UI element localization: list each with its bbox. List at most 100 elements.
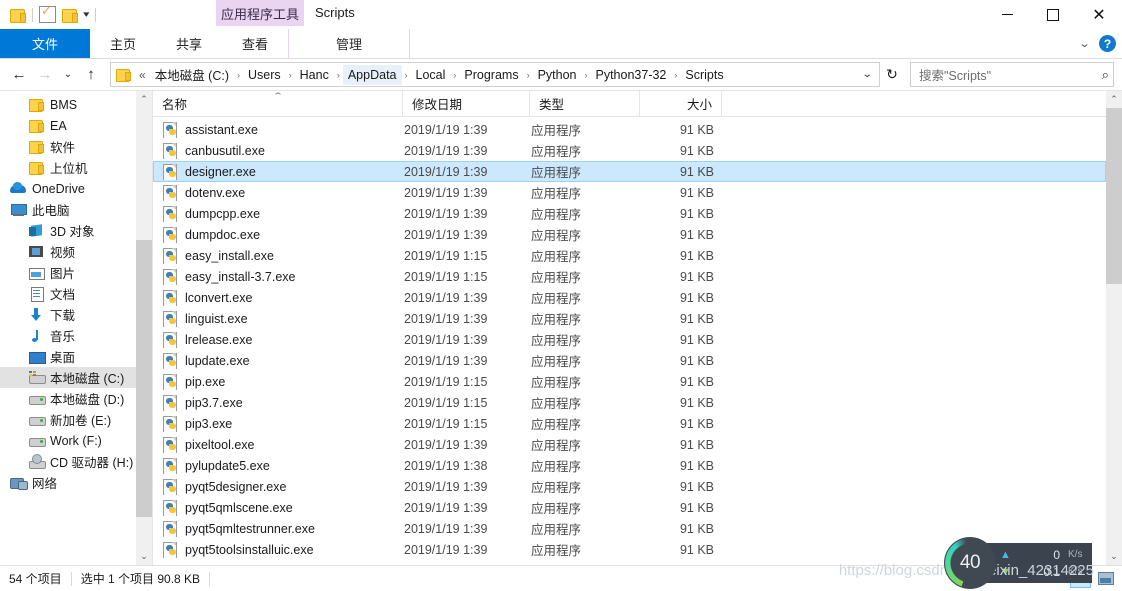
tab-home[interactable]: 主页 xyxy=(90,29,156,58)
table-row[interactable]: lupdate.exe 2019/1/19 1:39 应用程序 91 KB xyxy=(153,350,1106,371)
table-row[interactable]: canbusutil.exe 2019/1/19 1:39 应用程序 91 KB xyxy=(153,140,1106,161)
sidebar-item-2[interactable]: 软件 xyxy=(0,136,136,157)
breadcrumb-item-1[interactable]: Users xyxy=(243,65,286,85)
scroll-down-icon[interactable]: ⌄ xyxy=(1106,548,1122,565)
file-scroll-thumb[interactable] xyxy=(1106,108,1122,284)
chevron-down-icon[interactable]: ⌄ xyxy=(1078,37,1090,50)
breadcrumb-separator[interactable]: › xyxy=(582,70,591,80)
table-row[interactable]: easy_install.exe 2019/1/19 1:15 应用程序 91 KB xyxy=(153,245,1106,266)
table-row[interactable]: pyqt5toolsinstalluic.exe 2019/1/19 1:39 应用… xyxy=(153,539,1106,560)
sidebar-item-1[interactable]: EA xyxy=(0,115,136,136)
table-row[interactable]: lrelease.exe 2019/1/19 1:39 应用程序 91 KB xyxy=(153,329,1106,350)
breadcrumb-item-8[interactable]: Scripts xyxy=(680,65,728,85)
scroll-down-icon[interactable]: ⌄ xyxy=(136,548,152,565)
table-row[interactable]: pip.exe 2019/1/19 1:15 应用程序 91 KB xyxy=(153,371,1106,392)
folder-icon[interactable] xyxy=(10,8,26,23)
sidebar-item-15[interactable]: 新加卷 (E:) xyxy=(0,409,136,430)
large-icons-view-button[interactable] xyxy=(1095,568,1116,588)
up-button[interactable]: ↑ xyxy=(78,62,104,88)
column-header-size[interactable]: 大小 xyxy=(640,91,722,116)
table-row[interactable]: pyqt5designer.exe 2019/1/19 1:39 应用程序 91 KB xyxy=(153,476,1106,497)
cd-icon xyxy=(28,453,46,470)
properties-icon[interactable] xyxy=(39,3,56,23)
sidebar-item-6[interactable]: 3D 对象 xyxy=(0,220,136,241)
breadcrumb-folder-icon xyxy=(116,68,132,82)
sidebar-item-14[interactable]: 本地磁盘 (D:) xyxy=(0,388,136,409)
table-row[interactable]: pyqt5qmltestrunner.exe 2019/1/19 1:39 应用程序… xyxy=(153,518,1106,539)
column-header-type[interactable]: 类型 xyxy=(530,91,640,116)
help-icon[interactable]: ? xyxy=(1099,35,1116,52)
table-row[interactable]: dumpdoc.exe 2019/1/19 1:39 应用程序 91 KB xyxy=(153,224,1106,245)
table-row[interactable]: dumpcpp.exe 2019/1/19 1:39 应用程序 91 KB xyxy=(153,203,1106,224)
table-row[interactable]: lconvert.exe 2019/1/19 1:39 应用程序 91 KB xyxy=(153,287,1106,308)
breadcrumb-overflow-icon[interactable]: « xyxy=(135,68,150,82)
sidebar-item-5[interactable]: 此电脑 xyxy=(0,199,136,220)
breadcrumb-separator[interactable]: › xyxy=(671,70,680,80)
column-header-name[interactable]: 名称 ⌃ xyxy=(153,91,403,116)
breadcrumb-item-3[interactable]: AppData xyxy=(342,64,402,85)
breadcrumb-item-5[interactable]: Programs xyxy=(459,65,523,85)
table-row[interactable]: pip3.7.exe 2019/1/19 1:15 应用程序 91 KB xyxy=(153,392,1106,413)
sidebar-item-4[interactable]: OneDrive xyxy=(0,178,136,199)
table-row[interactable]: dotenv.exe 2019/1/19 1:39 应用程序 91 KB xyxy=(153,182,1106,203)
folder-icon xyxy=(28,160,45,176)
tab-manage[interactable]: 管理 xyxy=(288,29,410,58)
sidebar-item-8[interactable]: 图片 xyxy=(0,262,136,283)
breadcrumb-item-2[interactable]: Hanc xyxy=(295,65,334,85)
column-header-date[interactable]: 修改日期 xyxy=(403,91,530,116)
sidebar-item-3[interactable]: 上位机 xyxy=(0,157,136,178)
breadcrumb-separator[interactable]: › xyxy=(402,70,411,80)
new-folder-icon[interactable] xyxy=(62,8,78,23)
navigation-scroll-track[interactable] xyxy=(136,108,152,548)
sidebar-item-16[interactable]: Work (F:) xyxy=(0,430,136,451)
table-row[interactable]: pixeltool.exe 2019/1/19 1:39 应用程序 91 KB xyxy=(153,434,1106,455)
sidebar-item-7[interactable]: 视频 xyxy=(0,241,136,262)
refresh-button[interactable]: ↻ xyxy=(880,63,904,86)
tab-share[interactable]: 共享 xyxy=(156,29,222,58)
file-list-scrollbar[interactable]: ⌃ ⌄ xyxy=(1106,91,1122,565)
scroll-up-icon[interactable]: ⌃ xyxy=(1106,91,1122,108)
recent-locations-button[interactable]: ⌄ xyxy=(58,62,78,88)
table-row[interactable]: pip3.exe 2019/1/19 1:15 应用程序 91 KB xyxy=(153,413,1106,434)
maximize-button[interactable] xyxy=(1030,0,1076,29)
breadcrumb-separator[interactable]: › xyxy=(334,70,343,80)
table-row[interactable]: pyqt5qmlscene.exe 2019/1/19 1:39 应用程序 91 KB xyxy=(153,497,1106,518)
sidebar-item-17[interactable]: CD 驱动器 (H:) xyxy=(0,451,136,472)
breadcrumb-separator[interactable]: › xyxy=(524,70,533,80)
back-button[interactable]: ← xyxy=(6,62,32,88)
breadcrumb-item-7[interactable]: Python37-32 xyxy=(591,65,672,85)
scroll-up-icon[interactable]: ⌃ xyxy=(136,91,152,108)
breadcrumb[interactable]: « 本地磁盘 (C:) › Users › Hanc › AppData › L… xyxy=(110,62,880,87)
table-row[interactable]: designer.exe 2019/1/19 1:39 应用程序 91 KB xyxy=(153,161,1106,182)
sidebar-item-13[interactable]: 本地磁盘 (C:) xyxy=(0,367,136,388)
file-type-cell: 应用程序 xyxy=(531,376,582,390)
chevron-down-icon[interactable]: ▾ xyxy=(83,10,89,19)
breadcrumb-dropdown-icon[interactable]: ⌄ xyxy=(851,69,879,80)
search-box[interactable]: 搜索"Scripts" ⌕ xyxy=(910,62,1114,87)
tab-view[interactable]: 查看 xyxy=(222,29,288,58)
tab-file[interactable]: 文件 xyxy=(0,29,90,58)
table-row[interactable]: easy_install-3.7.exe 2019/1/19 1:15 应用程序 91… xyxy=(153,266,1106,287)
sidebar-item-11[interactable]: 音乐 xyxy=(0,325,136,346)
sidebar-item-18[interactable]: 网络 xyxy=(0,472,136,493)
navigation-scrollbar[interactable]: ⌃ ⌄ xyxy=(136,91,152,565)
sidebar-item-0[interactable]: BMS xyxy=(0,94,136,115)
minimize-button[interactable] xyxy=(984,0,1030,29)
breadcrumb-item-4[interactable]: Local xyxy=(411,65,451,85)
breadcrumb-separator[interactable]: › xyxy=(450,70,459,80)
breadcrumb-item-0[interactable]: 本地磁盘 (C:) xyxy=(150,63,234,86)
close-button[interactable]: ✕ xyxy=(1076,0,1122,29)
sidebar-item-12[interactable]: 桌面 xyxy=(0,346,136,367)
file-scroll-track[interactable] xyxy=(1106,108,1122,548)
search-input[interactable]: 搜索"Scripts" xyxy=(919,65,1102,84)
breadcrumb-item-6[interactable]: Python xyxy=(533,65,582,85)
sidebar-item-9[interactable]: 文档 xyxy=(0,283,136,304)
table-row[interactable]: linguist.exe 2019/1/19 1:39 应用程序 91 KB xyxy=(153,308,1106,329)
breadcrumb-separator[interactable]: › xyxy=(286,70,295,80)
breadcrumb-separator[interactable]: › xyxy=(234,70,243,80)
table-row[interactable]: assistant.exe 2019/1/19 1:39 应用程序 91 KB xyxy=(153,119,1106,140)
file-name-label: linguist.exe xyxy=(185,311,248,326)
table-row[interactable]: pylupdate5.exe 2019/1/19 1:38 应用程序 91 KB xyxy=(153,455,1106,476)
sidebar-item-10[interactable]: 下载 xyxy=(0,304,136,325)
navigation-scroll-thumb[interactable] xyxy=(136,240,152,518)
